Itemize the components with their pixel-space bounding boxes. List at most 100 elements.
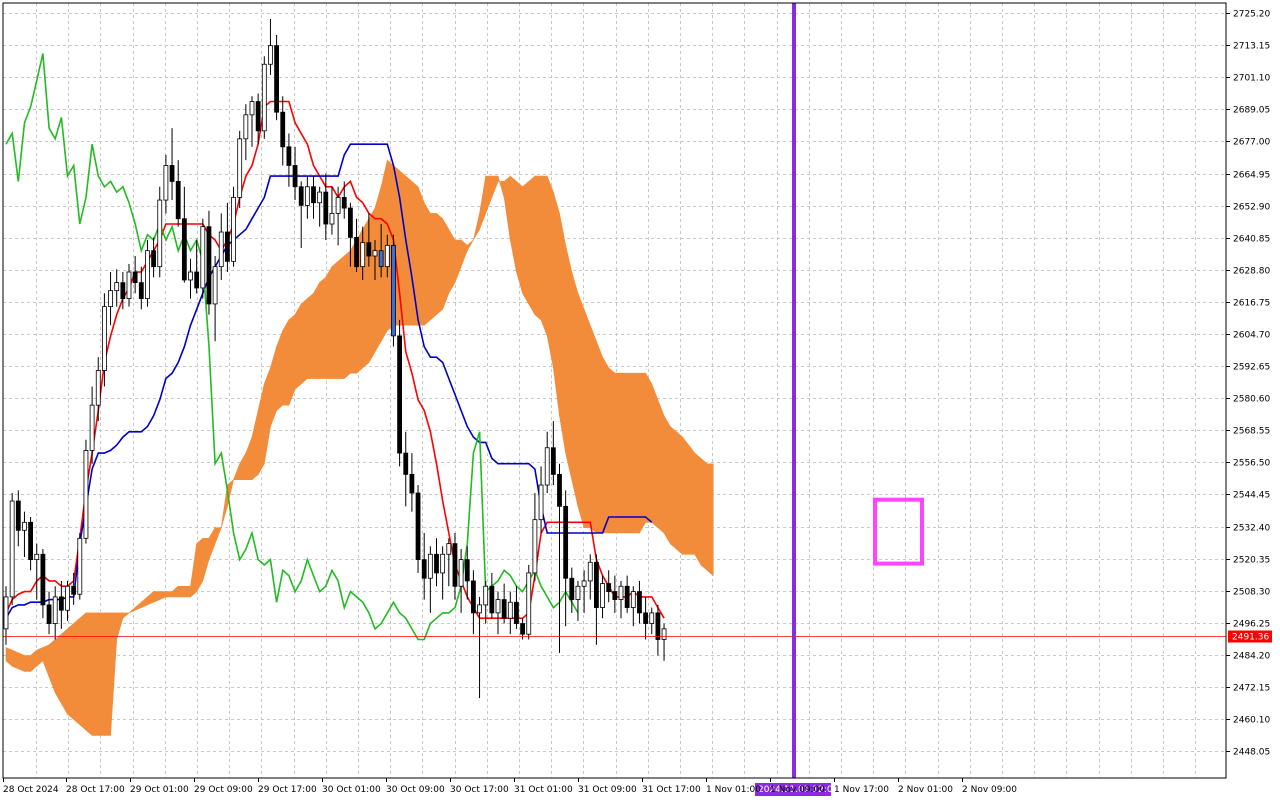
current-price-label: 2491.36 (1232, 633, 1269, 643)
x-tick-label: 30 Oct 09:00 (386, 785, 445, 795)
candle-body (520, 623, 525, 635)
candle-body (71, 585, 77, 595)
candle-body (495, 599, 501, 614)
candle-body (188, 271, 193, 281)
x-tick-label: 29 Oct 09:00 (194, 785, 253, 795)
cloud-segment (220, 485, 228, 528)
candle (188, 258, 193, 299)
ichimoku-chart[interactable]: 2491.36 2024.11.01 12:00 2725.20 2713.15 27… (0, 0, 1280, 800)
x-tick-label: 2 Nov 01:00 (898, 785, 953, 795)
cloud-segment (331, 260, 339, 379)
candle-body (120, 282, 126, 300)
y-tick-label: 2544.45 (1233, 491, 1270, 501)
candle (268, 18, 273, 75)
candle-body (323, 191, 329, 225)
candle-body (544, 447, 550, 486)
candle-body (526, 572, 532, 635)
cloud-segment (602, 356, 610, 534)
candle (261, 56, 267, 139)
cloud-segment (651, 383, 659, 529)
candle (421, 532, 427, 600)
candle (403, 431, 409, 507)
candle-body (298, 186, 304, 206)
chart-canvas[interactable]: 2491.362024.11.01 12:00 2725.202713.1527… (0, 0, 1280, 800)
candle (643, 596, 648, 640)
y-tick-label: 2725.20 (1233, 10, 1270, 20)
cloud-segment (17, 652, 25, 672)
cloud-segment (682, 436, 689, 555)
cloud-segment (491, 175, 499, 198)
candle (557, 463, 562, 653)
cloud-segment (657, 399, 665, 534)
cloud-segment (153, 591, 161, 603)
cloud-segment (497, 176, 505, 198)
cloud-segment (663, 414, 671, 545)
candle-body (384, 244, 390, 268)
cloud-segment (473, 213, 480, 241)
candle-body (77, 537, 83, 595)
cloud-segment (645, 372, 653, 523)
candle (587, 554, 593, 600)
cloud-segment (522, 180, 530, 306)
candle (212, 256, 218, 342)
candle (526, 564, 532, 640)
cloud-segment (11, 649, 19, 670)
candle-body (347, 207, 353, 238)
cloud-segment (214, 527, 222, 544)
candle (194, 240, 200, 294)
y-tick-label: 2448.05 (1233, 748, 1270, 758)
candle (544, 431, 550, 494)
candle (206, 210, 212, 315)
y-tick-label: 2616.75 (1233, 299, 1270, 309)
cloud-segment (596, 341, 603, 534)
candle-body (268, 45, 273, 65)
candle (157, 186, 163, 278)
cloud-segment (313, 281, 320, 379)
cloud-segment (73, 617, 81, 726)
candle (354, 218, 359, 272)
candle-body (58, 596, 64, 611)
candle (28, 517, 34, 571)
candle (458, 548, 464, 613)
y-tick-label: 2604.70 (1233, 331, 1270, 341)
candle-body (618, 585, 624, 600)
candle-body (446, 543, 452, 555)
cloud-segment (251, 410, 259, 481)
cloud-segment (405, 175, 413, 326)
cloud-segment (559, 213, 566, 454)
candle (409, 453, 415, 512)
candle-body (514, 601, 519, 624)
cloud-segment (485, 175, 493, 214)
candle-body (421, 559, 427, 579)
candle-body (175, 181, 181, 220)
cloud-segment (110, 612, 117, 736)
cloud-segment (159, 591, 167, 601)
cloud-segment (676, 431, 683, 555)
candle-body (464, 559, 470, 582)
candle (58, 580, 64, 629)
cloud-segment (202, 538, 210, 582)
candle-body (286, 146, 292, 166)
cloud-segment (368, 206, 376, 364)
candle-body (600, 583, 605, 608)
candle-body (3, 596, 9, 630)
cloud-segment (546, 176, 554, 368)
ichimoku-cloud (5, 159, 714, 737)
cloud-segment (700, 457, 708, 571)
candle-body (65, 585, 70, 611)
candle-body (594, 561, 599, 608)
x-tick-label: 1 Nov 17:00 (834, 785, 889, 795)
candle-body (366, 242, 372, 257)
candle-body (575, 585, 581, 600)
y-tick-label: 2628.80 (1233, 267, 1270, 277)
cloud-segment (5, 647, 13, 667)
candle-body (489, 585, 495, 614)
candle-body (649, 612, 655, 624)
candle (304, 176, 310, 219)
cloud-segment (632, 372, 640, 534)
cloud-segment (534, 175, 542, 321)
candle (600, 575, 605, 619)
candle-body (427, 553, 433, 579)
x-tick-label: 28 Oct 2024 (3, 785, 59, 795)
cloud-segment (54, 633, 62, 705)
